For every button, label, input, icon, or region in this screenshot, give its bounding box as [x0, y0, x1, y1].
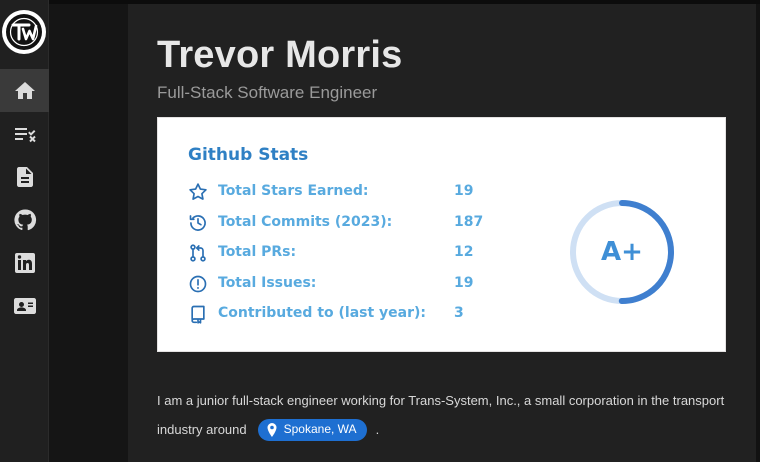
github-stats-card: Github Stats Total Stars Earned: 19 Tota… — [157, 117, 726, 352]
stat-row-prs: Total PRs: 12 — [188, 242, 518, 266]
sidebar-item-resume[interactable] — [0, 155, 49, 198]
sidebar-item-projects[interactable] — [0, 112, 49, 155]
rank-ring: A+ — [568, 198, 676, 306]
document-icon — [16, 166, 33, 187]
stat-label: Total Commits (2023): — [218, 214, 393, 230]
stat-row-issues: Total Issues: 19 — [188, 273, 518, 297]
stat-row-stars: Total Stars Earned: 19 — [188, 181, 518, 205]
github-icon — [13, 208, 36, 230]
stat-row-contributed: Contributed to (last year): 3 — [188, 303, 518, 327]
checklist-icon — [14, 127, 36, 142]
location-chip[interactable]: Spokane, WA — [257, 418, 367, 441]
sidebar-item-home[interactable] — [0, 69, 49, 112]
contact-card-icon — [13, 297, 36, 314]
repo-icon — [188, 304, 208, 324]
bio-line: industry around Spokane, WA . — [157, 415, 737, 444]
stat-value: 3 — [454, 305, 464, 321]
gutter — [49, 4, 128, 462]
stat-value: 19 — [454, 275, 474, 291]
sidebar-item-github[interactable] — [0, 198, 49, 241]
logo[interactable] — [2, 10, 46, 54]
linkedin-icon — [14, 252, 35, 273]
location-pin-icon — [267, 422, 277, 437]
star-icon — [188, 182, 208, 202]
location-chip-label: Spokane, WA — [283, 422, 357, 436]
home-icon — [14, 81, 35, 99]
stat-label: Total Stars Earned: — [218, 183, 369, 199]
bio-text: industry around — [157, 422, 247, 437]
stat-label: Contributed to (last year): — [218, 305, 427, 321]
stat-value: 187 — [454, 214, 484, 230]
page-subtitle: Full-Stack Software Engineer — [157, 83, 378, 102]
stat-label: Total Issues: — [218, 275, 317, 291]
sidebar — [0, 0, 49, 462]
stat-label: Total PRs: — [218, 244, 297, 260]
stat-row-commits: Total Commits (2023): 187 — [188, 212, 518, 236]
github-stats-title: Github Stats — [188, 145, 309, 165]
bio-text: . — [375, 422, 380, 437]
issue-icon — [188, 274, 208, 294]
clock-icon — [188, 213, 208, 233]
stat-value: 12 — [454, 244, 474, 260]
pull-request-icon — [188, 243, 208, 263]
stat-value: 19 — [454, 183, 474, 199]
scrollbar-track[interactable] — [756, 4, 760, 462]
page-title: Trevor Morris — [157, 34, 403, 76]
bio-paragraph: I am a junior full-stack engineer workin… — [157, 386, 737, 444]
bio-line: I am a junior full-stack engineer workin… — [157, 393, 725, 408]
sidebar-item-contact[interactable] — [0, 284, 49, 327]
logo-icon — [6, 14, 42, 50]
rank-grade: A+ — [601, 237, 643, 267]
sidebar-item-linkedin[interactable] — [0, 241, 49, 284]
